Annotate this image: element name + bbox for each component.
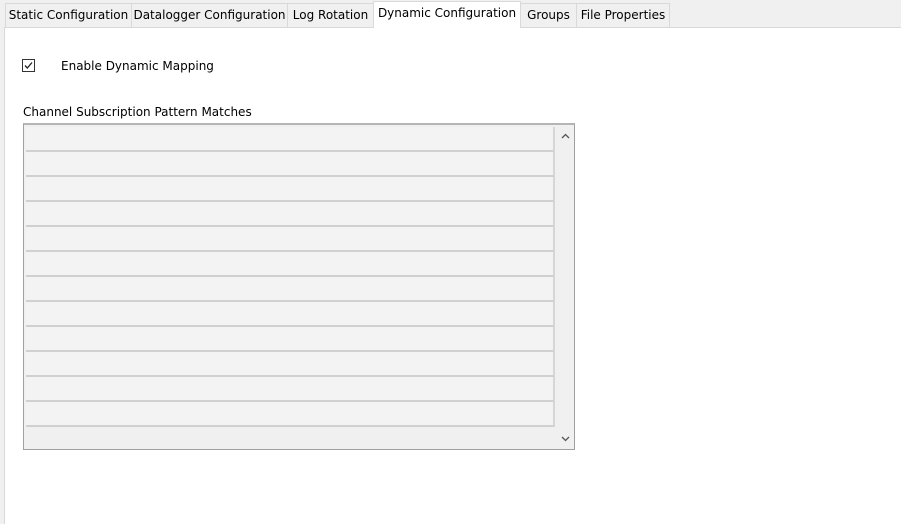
list-item[interactable] bbox=[26, 252, 555, 277]
scroll-up-button[interactable] bbox=[557, 127, 574, 144]
check-icon bbox=[24, 62, 33, 69]
tab-strip: Static Configuration Datalogger Configur… bbox=[0, 0, 901, 28]
list-item[interactable] bbox=[26, 152, 555, 177]
scroll-down-button[interactable] bbox=[557, 430, 574, 447]
pattern-matches-label: Channel Subscription Pattern Matches bbox=[23, 105, 252, 119]
enable-dynamic-mapping-label[interactable]: Enable Dynamic Mapping bbox=[61, 58, 214, 74]
tab-static-configuration[interactable]: Static Configuration bbox=[5, 3, 132, 27]
list-item[interactable] bbox=[26, 377, 555, 402]
list-item[interactable] bbox=[26, 302, 555, 327]
tab-dynamic-configuration[interactable]: Dynamic Configuration bbox=[373, 1, 521, 28]
pattern-matches-list[interactable] bbox=[23, 123, 575, 450]
tab-log-rotation[interactable]: Log Rotation bbox=[287, 3, 374, 27]
enable-dynamic-mapping-checkbox[interactable] bbox=[22, 59, 35, 72]
list-item[interactable] bbox=[26, 127, 555, 152]
list-item[interactable] bbox=[26, 277, 555, 302]
list-item[interactable] bbox=[26, 327, 555, 352]
list-item[interactable] bbox=[26, 402, 555, 427]
list-item[interactable] bbox=[26, 177, 555, 202]
tab-file-properties[interactable]: File Properties bbox=[576, 3, 670, 27]
list-item[interactable] bbox=[26, 227, 555, 252]
list-item[interactable] bbox=[26, 352, 555, 377]
pattern-rows bbox=[26, 127, 555, 427]
window: Static Configuration Datalogger Configur… bbox=[0, 0, 901, 524]
tab-groups[interactable]: Groups bbox=[520, 3, 577, 27]
chevron-up-icon bbox=[561, 133, 570, 138]
tab-datalogger-configuration[interactable]: Datalogger Configuration bbox=[131, 3, 288, 27]
vertical-scrollbar[interactable] bbox=[557, 125, 574, 449]
list-item[interactable] bbox=[26, 202, 555, 227]
chevron-down-icon bbox=[561, 436, 570, 441]
